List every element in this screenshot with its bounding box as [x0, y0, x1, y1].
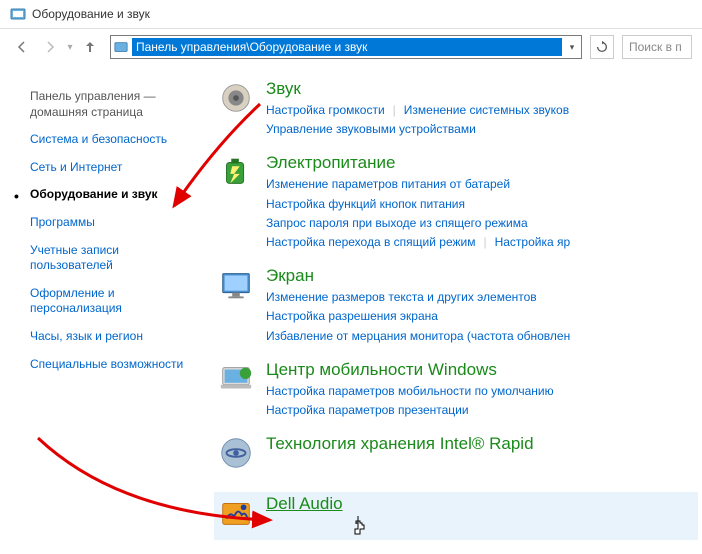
sidebar-item-network[interactable]: Сеть и Интернет — [26, 154, 200, 182]
category-title-display[interactable]: Экран — [266, 266, 698, 286]
link-presentation[interactable]: Настройка параметров презентации — [266, 401, 469, 420]
category-mobility: Центр мобильности Windows Настройка пара… — [214, 360, 698, 420]
speaker-icon — [214, 79, 258, 123]
main-content: Звук Настройка громкости Изменение систе… — [210, 79, 702, 554]
dell-audio-icon — [214, 494, 258, 538]
forward-button[interactable] — [38, 35, 62, 59]
search-placeholder: Поиск в п — [629, 40, 682, 54]
category-title-power[interactable]: Электропитание — [266, 153, 698, 173]
battery-icon — [214, 153, 258, 197]
intel-rapid-icon — [214, 434, 258, 478]
up-button[interactable] — [78, 35, 102, 59]
category-title-mobility[interactable]: Центр мобильности Windows — [266, 360, 698, 380]
back-button[interactable] — [10, 35, 34, 59]
search-input[interactable]: Поиск в п — [622, 35, 692, 59]
monitor-icon — [214, 266, 258, 310]
link-resolution[interactable]: Настройка разрешения экрана — [266, 307, 438, 326]
link-text-size[interactable]: Изменение размеров текста и других элеме… — [266, 288, 537, 307]
category-power: Электропитание Изменение параметров пита… — [214, 153, 698, 252]
sidebar-item-accessibility[interactable]: Специальные возможности — [26, 351, 200, 379]
sidebar-item-system[interactable]: Система и безопасность — [26, 126, 200, 154]
link-brightness[interactable]: Настройка яр — [495, 233, 571, 252]
address-dropdown[interactable]: ▾ — [563, 42, 581, 53]
sidebar-item-accounts[interactable]: Учетные записи пользователей — [26, 237, 200, 280]
link-mobility-default[interactable]: Настройка параметров мобильности по умол… — [266, 382, 554, 401]
sidebar-item-programs[interactable]: Программы — [26, 209, 200, 237]
link-volume[interactable]: Настройка громкости — [266, 101, 404, 120]
sidebar-item-hardware-sound[interactable]: Оборудование и звук — [26, 181, 200, 209]
category-title-dell-audio[interactable]: Dell Audio — [266, 494, 698, 514]
category-sound: Звук Настройка громкости Изменение систе… — [214, 79, 698, 139]
category-display: Экран Изменение размеров текста и других… — [214, 266, 698, 346]
address-bar[interactable]: Панель управления\Оборудование и звук ▾ — [110, 35, 582, 59]
category-title-intel[interactable]: Технология хранения Intel® Rapid — [266, 434, 698, 454]
body: Панель управления — домашняя страница Си… — [0, 69, 702, 554]
category-intel-rapid: Технология хранения Intel® Rapid — [214, 434, 698, 478]
sidebar-item-clock[interactable]: Часы, язык и регион — [26, 323, 200, 351]
history-dropdown[interactable]: ▾ — [66, 39, 74, 55]
address-text[interactable]: Панель управления\Оборудование и звук — [132, 38, 562, 56]
category-dell-audio[interactable]: Dell Audio — [214, 492, 698, 540]
window-title: Оборудование и звук — [32, 7, 150, 21]
link-battery-power[interactable]: Изменение параметров питания от батарей — [266, 175, 510, 194]
mobility-icon — [214, 360, 258, 404]
toolbar: ▾ Панель управления\Оборудование и звук … — [0, 29, 702, 69]
sidebar-item-appearance[interactable]: Оформление и персонализация — [26, 280, 200, 323]
sidebar-home[interactable]: Панель управления — домашняя страница — [26, 83, 200, 126]
link-audio-devices[interactable]: Управление звуковыми устройствами — [266, 120, 476, 139]
category-title-sound[interactable]: Звук — [266, 79, 698, 99]
refresh-button[interactable] — [590, 35, 614, 59]
link-system-sounds[interactable]: Изменение системных звуков — [404, 101, 569, 120]
link-sleep[interactable]: Настройка перехода в спящий режим — [266, 233, 495, 252]
link-flicker[interactable]: Избавление от мерцания монитора (частота… — [266, 327, 570, 346]
address-icon — [111, 40, 131, 54]
control-panel-icon — [10, 6, 26, 22]
titlebar: Оборудование и звук — [0, 0, 702, 29]
link-power-buttons[interactable]: Настройка функций кнопок питания — [266, 195, 465, 214]
link-password-wake[interactable]: Запрос пароля при выходе из спящего режи… — [266, 214, 528, 233]
sidebar: Панель управления — домашняя страница Си… — [0, 79, 210, 554]
